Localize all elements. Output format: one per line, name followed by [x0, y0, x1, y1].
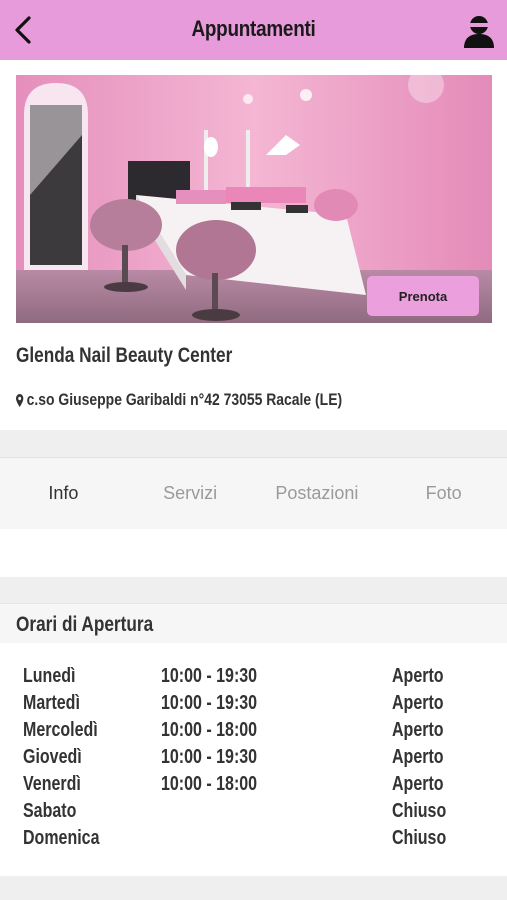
user-avatar-icon [464, 16, 494, 48]
divider-band [0, 430, 507, 457]
tab-servizi[interactable]: Servizi [127, 483, 254, 504]
hours-time: 10:00 - 18:00 [161, 719, 258, 741]
hours-row: Lunedì 10:00 - 19:30 Aperto [0, 665, 507, 692]
hours-status: Chiuso [392, 827, 447, 849]
hours-row: Domenica Chiuso [0, 827, 507, 854]
page-title: Appuntamenti [191, 16, 316, 41]
divider-band [0, 577, 507, 603]
opening-hours-list: Lunedì 10:00 - 19:30 Aperto Martedì 10:0… [0, 665, 507, 854]
opening-hours-header: Orari di Apertura [0, 603, 507, 643]
tab-info[interactable]: Info [0, 483, 127, 504]
salon-name: Glenda Nail Beauty Center [16, 344, 233, 367]
hours-day: Martedì [23, 692, 80, 714]
tab-postazioni[interactable]: Postazioni [254, 483, 381, 504]
app-header: Appuntamenti [0, 0, 507, 60]
opening-hours-title: Orari di Apertura [16, 613, 154, 636]
hours-status: Aperto [392, 773, 444, 795]
chevron-left-icon [15, 16, 31, 44]
hours-time: 10:00 - 18:00 [161, 773, 258, 795]
hours-day: Sabato [23, 800, 77, 822]
hours-day: Lunedì [23, 665, 76, 687]
map-pin-icon [16, 393, 24, 407]
tab-foto[interactable]: Foto [380, 483, 507, 504]
hours-status: Aperto [392, 746, 444, 768]
hours-status: Aperto [392, 719, 444, 741]
profile-button[interactable] [461, 12, 497, 50]
hours-time: 10:00 - 19:30 [161, 746, 258, 768]
hours-status: Aperto [392, 665, 444, 687]
hours-time: 10:00 - 19:30 [161, 692, 258, 714]
hours-time: 10:00 - 19:30 [161, 665, 258, 687]
hours-row: Martedì 10:00 - 19:30 Aperto [0, 692, 507, 719]
hours-day: Venerdì [23, 773, 81, 795]
divider-band [0, 876, 507, 900]
hours-status: Chiuso [392, 800, 447, 822]
hours-row: Venerdì 10:00 - 18:00 Aperto [0, 773, 507, 800]
hours-day: Domenica [23, 827, 100, 849]
address-text: c.so Giuseppe Garibaldi n°42 73055 Racal… [26, 390, 343, 409]
hours-row: Sabato Chiuso [0, 800, 507, 827]
hours-row: Giovedì 10:00 - 19:30 Aperto [0, 746, 507, 773]
salon-address: c.so Giuseppe Garibaldi n°42 73055 Racal… [16, 390, 342, 410]
hours-day: Giovedì [23, 746, 82, 768]
tab-bar: Info Servizi Postazioni Foto [0, 457, 507, 529]
hours-status: Aperto [392, 692, 444, 714]
book-button[interactable]: Prenota [367, 276, 479, 316]
hours-day: Mercoledì [23, 719, 98, 741]
hours-row: Mercoledì 10:00 - 18:00 Aperto [0, 719, 507, 746]
